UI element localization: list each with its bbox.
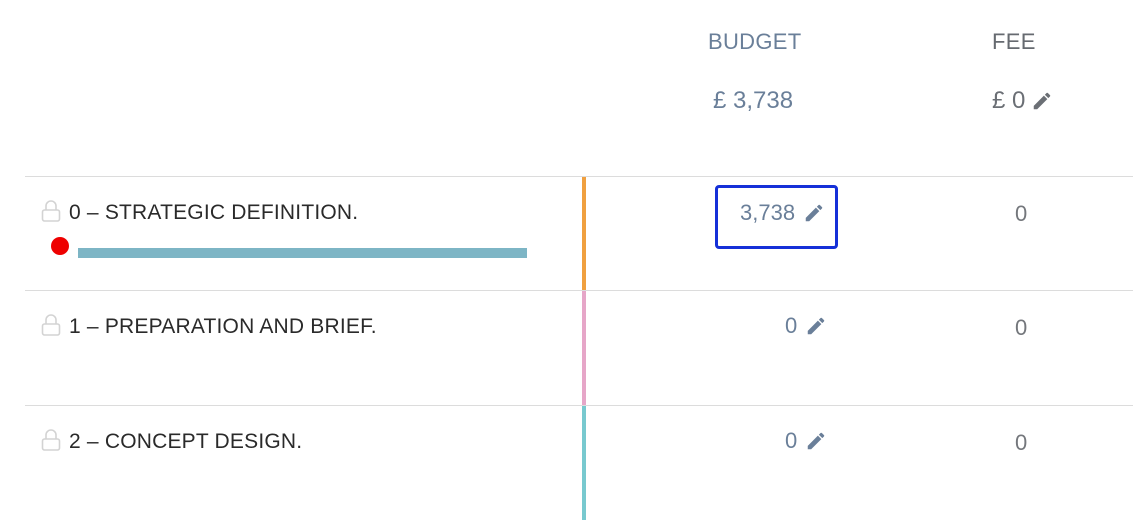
- fee-total: £ 0: [992, 87, 1053, 115]
- stage-color-bar: [582, 406, 586, 520]
- budget-value: 3,738: [740, 200, 796, 225]
- alert-dot: [51, 237, 69, 255]
- budget-cell[interactable]: 0: [785, 428, 827, 454]
- stage-color-bar: [582, 177, 586, 291]
- edit-budget-icon[interactable]: [805, 430, 827, 452]
- fee-total-value: £ 0: [992, 87, 1026, 114]
- lock-icon[interactable]: [41, 199, 61, 223]
- fee-value[interactable]: 0: [1015, 430, 1027, 456]
- stage-progress-bar: [78, 248, 527, 258]
- budget-value: 0: [785, 428, 798, 453]
- budget-cell[interactable]: 0: [785, 313, 827, 339]
- edit-budget-icon[interactable]: [805, 315, 827, 337]
- stage-row-1[interactable]: 1 – PREPARATION AND BRIEF. 0 0: [25, 290, 1133, 405]
- stage-progress-fill: [78, 248, 527, 258]
- lock-icon[interactable]: [41, 428, 61, 452]
- stage-row-0[interactable]: 0 – STRATEGIC DEFINITION. 3,738 0: [25, 176, 1133, 291]
- stage-label: 0 – STRATEGIC DEFINITION.: [69, 201, 359, 224]
- stage-color-bar: [582, 291, 586, 405]
- edit-fee-total-icon[interactable]: [1031, 90, 1053, 112]
- stage-label: 2 – CONCEPT DESIGN.: [69, 430, 303, 453]
- budget-cell-selected[interactable]: 3,738: [715, 185, 839, 249]
- lock-icon[interactable]: [41, 313, 61, 337]
- budget-value: 0: [785, 313, 798, 338]
- fee-value[interactable]: 0: [1015, 201, 1027, 227]
- edit-budget-icon[interactable]: [803, 202, 825, 224]
- stage-row-2[interactable]: 2 – CONCEPT DESIGN. 0 0: [25, 405, 1133, 520]
- fee-value[interactable]: 0: [1015, 315, 1027, 341]
- stage-label: 1 – PREPARATION AND BRIEF.: [69, 315, 377, 338]
- fee-column-header: FEE: [992, 29, 1036, 54]
- budget-column-header: BUDGET: [708, 29, 802, 54]
- budget-total: £ 3,738: [713, 87, 794, 114]
